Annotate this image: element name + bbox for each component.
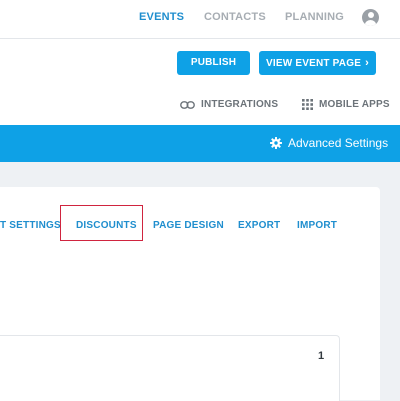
user-avatar-icon[interactable] xyxy=(362,9,379,26)
view-event-page-button[interactable]: VIEW EVENT PAGE › xyxy=(259,51,376,75)
grid-dots-icon xyxy=(302,99,313,110)
integrations-label: INTEGRATIONS xyxy=(201,99,279,110)
advanced-settings-link[interactable]: Advanced Settings xyxy=(270,136,388,150)
tab-page-design[interactable]: PAGE DESIGN xyxy=(153,220,224,231)
content-panel: 1 xyxy=(0,335,340,401)
avatar-shoulders xyxy=(365,19,376,26)
publish-button[interactable]: PUBLISH xyxy=(177,51,250,75)
tab-settings[interactable]: T SETTINGS xyxy=(0,220,61,231)
mobile-apps-label: MOBILE APPS xyxy=(319,99,390,110)
publish-button-label: PUBLISH xyxy=(190,57,237,68)
item-counter: 1 xyxy=(318,350,325,362)
mobile-apps-link[interactable]: MOBILE APPS xyxy=(302,99,390,110)
nav-events[interactable]: EVENTS xyxy=(139,11,184,23)
integrations-link[interactable]: INTEGRATIONS xyxy=(180,99,278,110)
chevron-right-icon: › xyxy=(365,57,369,69)
settings-bar: Advanced Settings xyxy=(0,125,400,162)
advanced-settings-label: Advanced Settings xyxy=(288,136,389,150)
tab-export[interactable]: EXPORT xyxy=(238,220,280,231)
tab-import[interactable]: IMPORT xyxy=(297,220,337,231)
nav-contacts[interactable]: CONTACTS xyxy=(204,11,266,23)
gear-icon xyxy=(270,137,282,149)
nav-planning[interactable]: PLANNING xyxy=(285,11,344,23)
top-navigation: EVENTS CONTACTS PLANNING xyxy=(0,0,400,39)
avatar-head xyxy=(367,12,374,18)
tab-discounts[interactable]: DISCOUNTS xyxy=(76,220,137,231)
view-event-page-label: VIEW EVENT PAGE xyxy=(266,58,362,69)
event-action-bar: PUBLISH VIEW EVENT PAGE › INTEGRATIONS MO… xyxy=(0,39,400,125)
link-icon xyxy=(180,100,195,109)
